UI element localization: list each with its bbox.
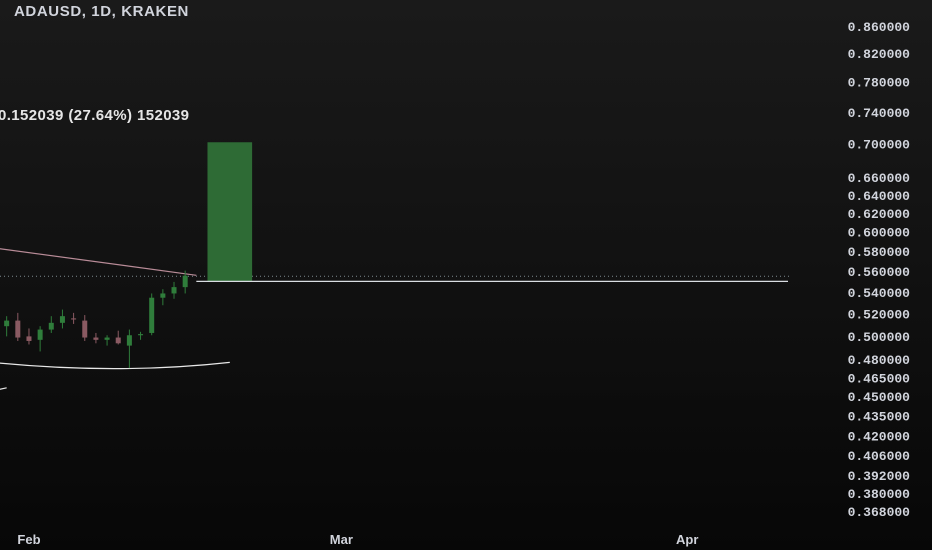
candle-body <box>138 334 144 336</box>
price-tick-label: 0.368000 <box>848 505 911 520</box>
price-tick-label: 0.820000 <box>848 47 911 62</box>
candle <box>82 315 88 341</box>
candle <box>48 316 54 333</box>
trendline <box>0 248 197 276</box>
price-chart[interactable]: 0.860000 0.820000 0.780000 0.740000 0.700000… <box>0 0 932 550</box>
price-tick-label: 0.660000 <box>848 171 911 186</box>
price-tick-label: 0.435000 <box>848 409 911 424</box>
symbol-title: ADAUSD, 1D, KRAKEN <box>14 3 189 20</box>
price-tick-label: 0.392000 <box>848 469 911 484</box>
candle-body <box>15 320 21 338</box>
candle <box>149 293 155 336</box>
price-axis[interactable]: 0.860000 0.820000 0.780000 0.740000 0.700000… <box>848 20 911 520</box>
chart-window: 0.860000 0.820000 0.780000 0.740000 0.700000… <box>0 0 932 550</box>
candle-body <box>48 322 54 330</box>
candle-body <box>4 320 10 327</box>
candle <box>115 330 121 345</box>
price-tick-label: 0.620000 <box>848 207 911 222</box>
measure-layer <box>207 142 253 282</box>
candle <box>138 331 144 340</box>
candle-body <box>149 297 155 333</box>
price-tick-label: 0.480000 <box>848 353 911 368</box>
price-tick-label: 0.465000 <box>848 371 911 386</box>
time-tick-label: Mar <box>330 532 353 547</box>
candle-body <box>115 337 121 344</box>
candle-body <box>37 329 43 340</box>
price-tick-label: 0.450000 <box>848 390 911 405</box>
time-tick-label: Apr <box>676 532 698 547</box>
price-tick-label: 0.640000 <box>848 189 911 204</box>
price-tick-label: 0.600000 <box>848 226 911 241</box>
candles-layer <box>4 270 188 369</box>
candle-body <box>182 275 188 288</box>
candle <box>171 281 177 299</box>
candle-body <box>93 337 99 340</box>
candle-body <box>104 337 110 340</box>
candle <box>59 309 65 329</box>
candle-body <box>126 335 132 346</box>
candle <box>4 316 10 337</box>
arc-curve <box>0 361 230 370</box>
time-tick-label: Feb <box>17 532 40 547</box>
price-tick-label: 0.406000 <box>848 449 911 464</box>
price-tick-label: 0.780000 <box>848 76 911 91</box>
price-tick-label: 0.420000 <box>848 430 911 445</box>
candle-body <box>171 287 177 294</box>
candle <box>104 335 110 346</box>
price-tick-label: 0.520000 <box>848 307 911 322</box>
price-tick-label: 0.700000 <box>848 138 911 153</box>
candle-body <box>59 316 65 323</box>
time-axis[interactable]: Feb Mar Apr <box>17 532 698 547</box>
candle-body <box>26 336 32 341</box>
measure-box <box>207 142 253 282</box>
price-tick-label: 0.580000 <box>848 245 911 260</box>
candle <box>93 332 99 344</box>
candle <box>37 326 43 352</box>
price-tick-label: 0.740000 <box>848 106 911 121</box>
price-tick-label: 0.560000 <box>848 265 911 280</box>
drawing-layer <box>0 248 788 390</box>
arc-curve-lower <box>0 387 7 390</box>
candle-body <box>82 320 88 338</box>
candle <box>126 329 132 369</box>
candle <box>26 328 32 345</box>
candle <box>160 289 166 306</box>
price-tick-label: 0.500000 <box>848 330 911 345</box>
candle-body <box>71 318 77 320</box>
candle <box>71 312 77 324</box>
candle <box>15 312 21 341</box>
price-tick-label: 0.540000 <box>848 286 911 301</box>
measure-label: 0.152039 (27.64%) 152039 <box>0 107 190 124</box>
price-tick-label: 0.860000 <box>848 20 911 35</box>
price-tick-label: 0.380000 <box>848 487 911 502</box>
candle-body <box>160 293 166 298</box>
